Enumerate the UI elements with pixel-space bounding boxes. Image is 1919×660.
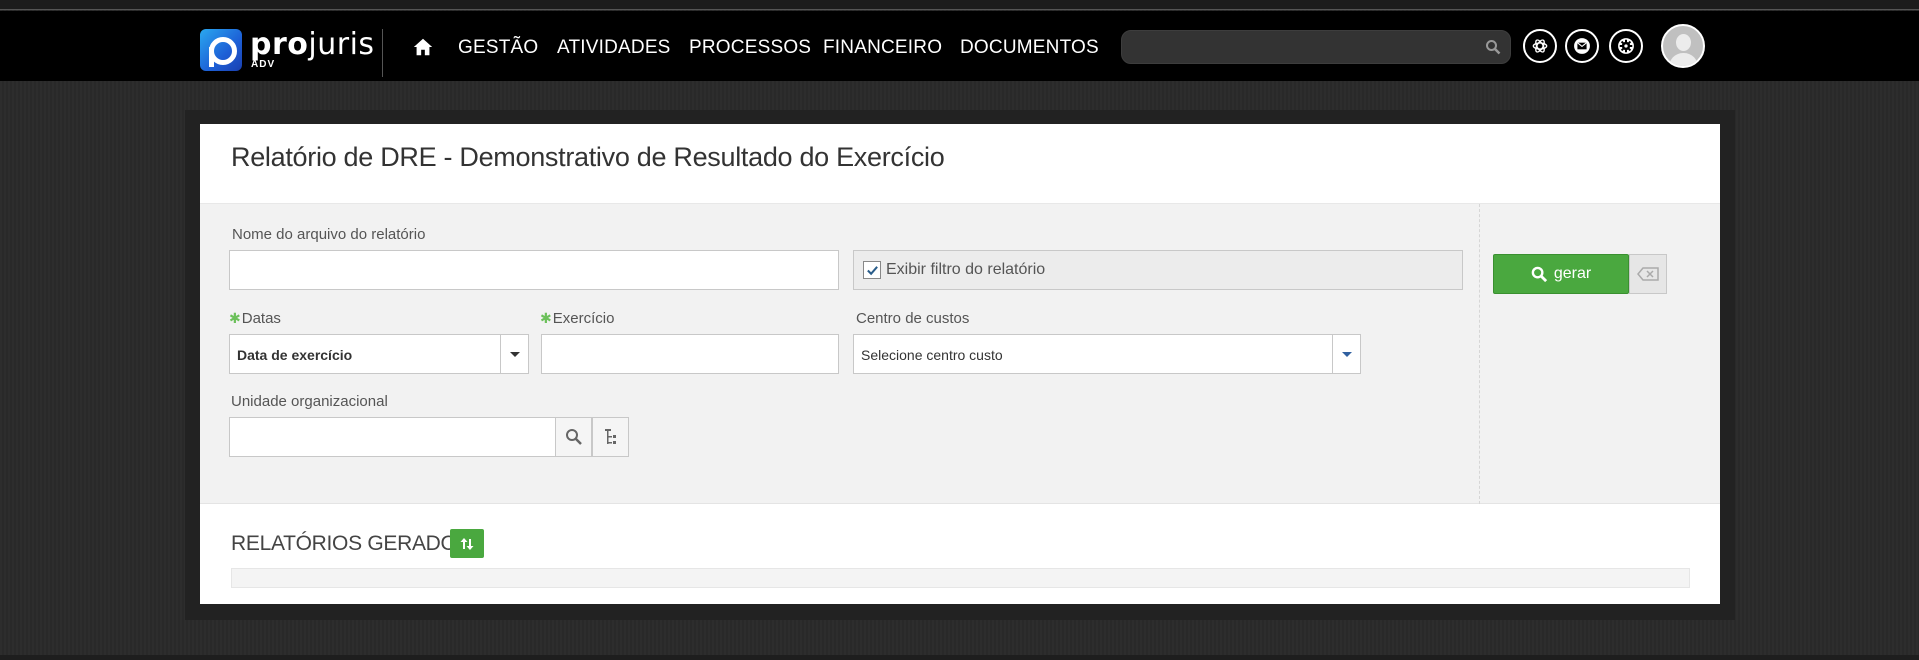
show-filter-checkbox[interactable] — [863, 261, 881, 279]
unidade-label: Unidade organizacional — [231, 393, 388, 410]
reports-title: RELATÓRIOS GERADOS — [231, 532, 471, 555]
logo-subtitle: ADV — [251, 59, 276, 70]
navbar: projuris ADV GESTÃO ATIVIDADES PROCESSOS… — [0, 11, 1919, 81]
bottom-border — [0, 655, 1919, 660]
gear-icon — [1618, 38, 1634, 54]
tree-icon — [604, 429, 616, 444]
nav-processos[interactable]: PROCESSOS — [689, 37, 811, 59]
openai-icon — [1532, 39, 1548, 53]
search-icon — [565, 429, 582, 445]
check-icon — [867, 266, 878, 276]
logo-mark-icon — [200, 29, 242, 71]
datas-selected-value: Data de exercício — [237, 347, 353, 363]
generate-button[interactable]: gerar — [1493, 254, 1629, 294]
global-search — [1121, 30, 1511, 64]
unidade-input[interactable] — [230, 418, 555, 456]
search-icon[interactable] — [1485, 39, 1501, 55]
backspace-icon — [1637, 267, 1659, 281]
exercicio-label: ✱Exercício — [540, 310, 615, 327]
file-name-input[interactable] — [230, 251, 838, 289]
search-icon — [1531, 266, 1547, 282]
centro-custos-label: Centro de custos — [856, 310, 970, 327]
user-avatar[interactable] — [1661, 24, 1705, 68]
nav-documentos[interactable]: DOCUMENTOS — [960, 37, 1099, 59]
nav-gestao[interactable]: GESTÃO — [458, 37, 538, 59]
required-asterisk-icon: ✱ — [540, 310, 552, 326]
generate-button-label: gerar — [1553, 265, 1592, 282]
file-name-field — [229, 250, 839, 290]
clear-button[interactable] — [1629, 254, 1667, 294]
chevron-down-icon — [509, 351, 520, 357]
card-header: Relatório de DRE - Demonstrativo de Resu… — [200, 124, 1720, 204]
exercicio-input[interactable] — [542, 335, 838, 373]
sort-icon — [460, 537, 474, 550]
projuris-logo[interactable]: projuris ADV — [200, 27, 374, 73]
show-filter-label: Exibir filtro do relatório — [886, 261, 1046, 278]
centro-custos-select[interactable]: Selecione centro custo — [853, 334, 1361, 374]
actions-panel — [1479, 204, 1720, 504]
filter-area: Nome do arquivo do relatório Exibir filt… — [200, 204, 1720, 504]
settings-button[interactable] — [1609, 29, 1643, 63]
nav-divider — [382, 29, 383, 77]
datas-dropdown-toggle[interactable] — [500, 335, 528, 373]
centro-custos-placeholder: Selecione centro custo — [861, 347, 1003, 363]
file-name-label: Nome do arquivo do relatório — [232, 226, 426, 243]
unidade-field — [229, 417, 556, 457]
sort-button[interactable] — [450, 529, 484, 558]
exercicio-field — [541, 334, 839, 374]
chevron-down-icon — [1341, 351, 1352, 357]
required-asterisk-icon: ✱ — [229, 310, 241, 326]
openai-button[interactable] — [1523, 29, 1557, 63]
unidade-search-button[interactable] — [555, 417, 592, 457]
centro-custos-dropdown-toggle[interactable] — [1332, 335, 1360, 373]
show-filter-toggle[interactable]: Exibir filtro do relatório — [853, 250, 1463, 290]
logo-text: projuris — [250, 27, 375, 62]
nav-financeiro[interactable]: FINANCEIRO — [823, 37, 942, 59]
top-border — [0, 0, 1919, 10]
datas-label: ✱Datas — [229, 310, 281, 327]
unidade-tree-button[interactable] — [592, 417, 629, 457]
page-title: Relatório de DRE - Demonstrativo de Resu… — [231, 142, 945, 172]
datas-select[interactable]: Data de exercício — [229, 334, 529, 374]
reports-table — [231, 568, 1690, 588]
nav-atividades[interactable]: ATIVIDADES — [557, 37, 671, 59]
search-input[interactable] — [1122, 31, 1510, 63]
home-icon[interactable] — [412, 36, 434, 58]
report-card: Relatório de DRE - Demonstrativo de Resu… — [200, 124, 1720, 604]
mail-button[interactable] — [1565, 29, 1599, 63]
unidade-addons — [555, 417, 631, 457]
mail-icon — [1574, 38, 1590, 54]
